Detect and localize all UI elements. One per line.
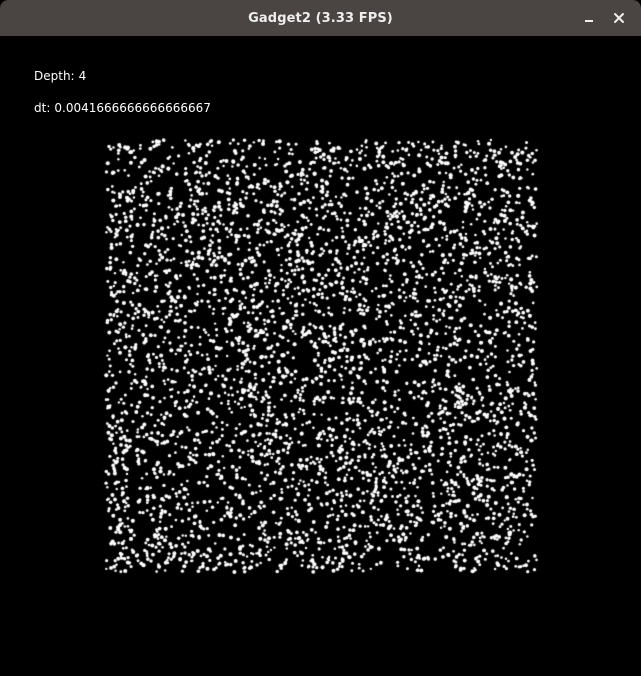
simulation-viewport[interactable]: Depth: 4 dt: 0.0041666666666666667 [0, 36, 641, 676]
minimize-icon [585, 20, 593, 22]
app-window: Gadget2 (3.33 FPS) Depth: 4 dt: 0.00416666… [0, 0, 641, 676]
title-bar[interactable]: Gadget2 (3.33 FPS) [0, 0, 641, 36]
close-icon [614, 13, 624, 23]
minimize-button[interactable] [577, 6, 601, 30]
dt-label: dt: [34, 101, 51, 115]
window-title: Gadget2 (3.33 FPS) [248, 10, 393, 26]
particle-field [0, 36, 641, 676]
close-button[interactable] [607, 6, 631, 30]
depth-label: Depth: [34, 69, 75, 83]
depth-value: 4 [78, 69, 87, 83]
depth-readout: Depth: 4 [34, 69, 86, 83]
dt-readout: dt: 0.0041666666666666667 [34, 101, 211, 115]
dt-value: 0.0041666666666666667 [54, 101, 211, 115]
